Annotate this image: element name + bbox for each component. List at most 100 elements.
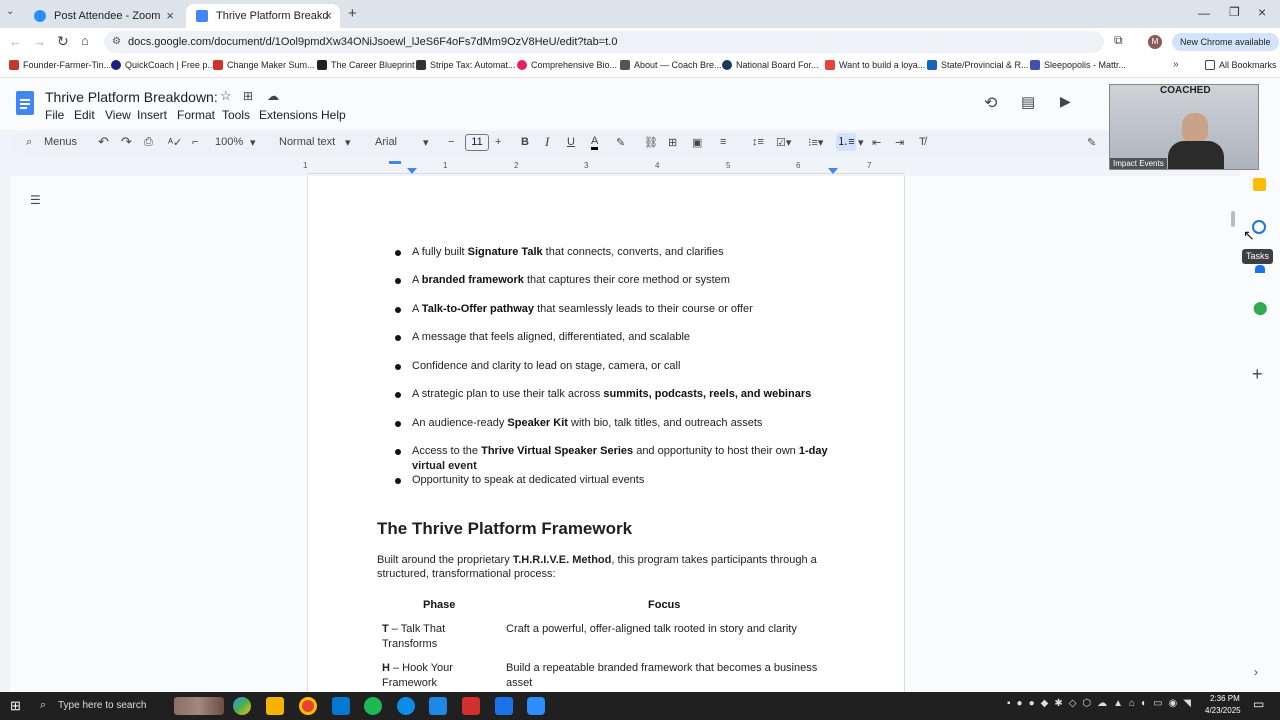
list-item[interactable]: A strategic plan to use their talk acros… (412, 388, 811, 400)
menu-view[interactable]: View (105, 108, 131, 122)
notifications-icon[interactable]: ▭ (1253, 697, 1264, 711)
zoom-video-overlay[interactable]: COACHED Impact Events (1109, 84, 1259, 170)
bookmark-item[interactable]: About — Coach Bre... (620, 60, 722, 70)
bookmark-item[interactable]: State/Provincial & R... (927, 60, 1029, 70)
back-icon[interactable]: ← (9, 34, 22, 49)
site-info-icon[interactable]: ⚙ (112, 31, 121, 53)
link-icon[interactable]: ⛓ (644, 136, 658, 149)
menu-format[interactable]: Format (177, 108, 215, 122)
new-chrome-available-button[interactable]: New Chrome available (1172, 33, 1279, 51)
search-menus[interactable]: Menus (44, 136, 77, 148)
contacts-icon[interactable] (1255, 265, 1265, 273)
menu-edit[interactable]: Edit (74, 108, 95, 122)
chrome-icon[interactable] (299, 697, 317, 715)
close-tab-icon[interactable]: × (324, 8, 332, 23)
bookmark-item[interactable]: National Board For... (722, 60, 819, 70)
file-explorer-icon[interactable] (266, 697, 284, 715)
menu-extensions[interactable]: Extensions (259, 108, 318, 122)
line-spacing-icon[interactable]: ↕≡ (752, 136, 764, 148)
address-bar[interactable]: ⚙ docs.google.com/document/d/1Ool9pmdXw3… (104, 31, 1104, 53)
first-line-indent-marker[interactable] (389, 161, 401, 164)
list-item[interactable]: Confidence and clarity to lead on stage,… (412, 360, 680, 372)
redo-icon[interactable]: ↷ (121, 134, 132, 150)
zoom-select[interactable]: 100% (215, 136, 243, 148)
style-select[interactable]: Normal text (279, 136, 335, 148)
windows-start-icon[interactable]: ⊞ (10, 698, 21, 714)
bookmark-item[interactable]: Sleepopolis - Mattr... (1030, 60, 1126, 70)
table-cell-focus[interactable]: Craft a powerful, offer-aligned talk roo… (506, 622, 797, 637)
list-item[interactable]: Access to the Thrive Virtual Speaker Ser… (412, 445, 828, 457)
search-menus-icon[interactable]: ⌕ (26, 136, 32, 149)
restore-icon[interactable]: ❐ (1229, 5, 1240, 19)
taskbar-search[interactable]: Type here to search (58, 700, 146, 711)
store-icon[interactable] (332, 697, 350, 715)
spotify-icon[interactable] (364, 697, 382, 715)
bookmark-item[interactable]: Change Maker Sum... (213, 60, 315, 70)
close-window-icon[interactable]: × (1258, 4, 1266, 20)
table-cell-focus[interactable]: Build a repeatable branded framework tha… (506, 661, 817, 676)
minimize-icon[interactable]: — (1198, 6, 1210, 20)
right-indent-marker[interactable] (828, 168, 838, 174)
bookmark-item[interactable]: Founder-Farmer-Tin... (9, 60, 111, 70)
underline-icon[interactable]: U (567, 136, 575, 148)
scrollbar-thumb[interactable] (1231, 211, 1235, 227)
more-bookmarks-icon[interactable]: » (1173, 59, 1179, 70)
docs-logo-icon[interactable] (16, 91, 34, 115)
all-bookmarks-button[interactable]: All Bookmarks (1205, 60, 1277, 70)
profile-avatar[interactable]: M (1148, 35, 1162, 49)
image-icon[interactable]: ▣ (692, 136, 702, 149)
edge-icon[interactable] (397, 697, 415, 715)
docs-app-icon[interactable] (495, 697, 513, 715)
list-item[interactable]: A fully built Signature Talk that connec… (412, 246, 724, 258)
menu-tools[interactable]: Tools (222, 108, 250, 122)
paint-format-icon[interactable]: ⌐ (192, 136, 198, 148)
ruler[interactable]: 1 1 2 3 4 5 6 7 (303, 160, 905, 174)
align-icon[interactable]: ≡ (720, 136, 726, 148)
list-item[interactable]: Opportunity to speak at dedicated virtua… (412, 474, 644, 486)
zoom-app-icon[interactable] (527, 697, 545, 715)
highlight-icon[interactable]: ✎ (616, 136, 625, 149)
doc-title[interactable]: Thrive Platform Breakdown: (45, 89, 218, 105)
bookmark-item[interactable]: Want to build a loya... (825, 60, 925, 70)
menu-file[interactable]: File (45, 108, 64, 122)
increase-indent-icon[interactable]: ⇥ (895, 136, 904, 149)
list-item[interactable]: An audience-ready Speaker Kit with bio, … (412, 417, 762, 429)
menu-help[interactable]: Help (321, 108, 346, 122)
expand-panel-icon[interactable]: › (1254, 665, 1258, 679)
decrease-font-size-icon[interactable]: − (448, 136, 454, 148)
font-select[interactable]: Arial (375, 136, 397, 148)
bold-icon[interactable]: B (521, 136, 529, 148)
italic-icon[interactable]: I (545, 134, 549, 150)
reload-icon[interactable]: ↻ (57, 33, 69, 50)
outline-icon[interactable]: ☰ (30, 193, 41, 207)
forward-icon[interactable]: → (33, 34, 46, 49)
home-icon[interactable]: ⌂ (81, 33, 89, 48)
increase-font-size-icon[interactable]: + (495, 136, 501, 148)
table-cell-phase[interactable]: T – Talk That (382, 622, 445, 637)
text-color-icon[interactable]: A (591, 136, 599, 150)
editing-mode-icon[interactable]: ✎ (1087, 136, 1096, 149)
bookmark-item[interactable]: Stripe Tax: Automat... (416, 60, 515, 70)
clear-formatting-icon[interactable]: T̸ (919, 136, 926, 148)
bulleted-list-icon[interactable]: ⁝≡▾ (808, 136, 823, 149)
menu-insert[interactable]: Insert (137, 108, 167, 122)
close-tab-icon[interactable]: × (166, 8, 174, 23)
bookmark-item[interactable]: Comprehensive Bio... (517, 60, 617, 70)
system-tray-icons[interactable]: ▪●●◆✱◇⬡☁▲⌂◐▭◉◥ (1007, 698, 1197, 714)
decrease-indent-icon[interactable]: ⇤ (872, 136, 881, 149)
table-cell-phase[interactable]: H – Hook Your (382, 661, 453, 676)
left-indent-marker[interactable] (407, 168, 417, 174)
list-item[interactable]: A Talk-to-Offer pathway that seamlessly … (412, 303, 753, 315)
extensions-icon[interactable]: ⧉ (1114, 33, 1123, 48)
star-icon[interactable]: ☆ (220, 88, 232, 104)
keep-icon[interactable] (1253, 178, 1266, 191)
bookmark-item[interactable]: QuickCoach | Free p... (111, 60, 215, 70)
spellcheck-icon[interactable]: ᴬ✓ (168, 136, 182, 149)
bookmark-item[interactable]: The Career Blueprint (317, 60, 415, 70)
new-tab-icon[interactable]: + (348, 5, 357, 22)
comment-add-icon[interactable]: ⊞ (668, 136, 677, 149)
version-history-icon[interactable]: ⟲ (984, 93, 997, 113)
tab-docs[interactable]: Thrive Platform Breakdown: - G × (186, 4, 340, 28)
tab-search-icon[interactable]: ⌄ (6, 6, 14, 17)
acrobat-icon[interactable] (462, 697, 480, 715)
